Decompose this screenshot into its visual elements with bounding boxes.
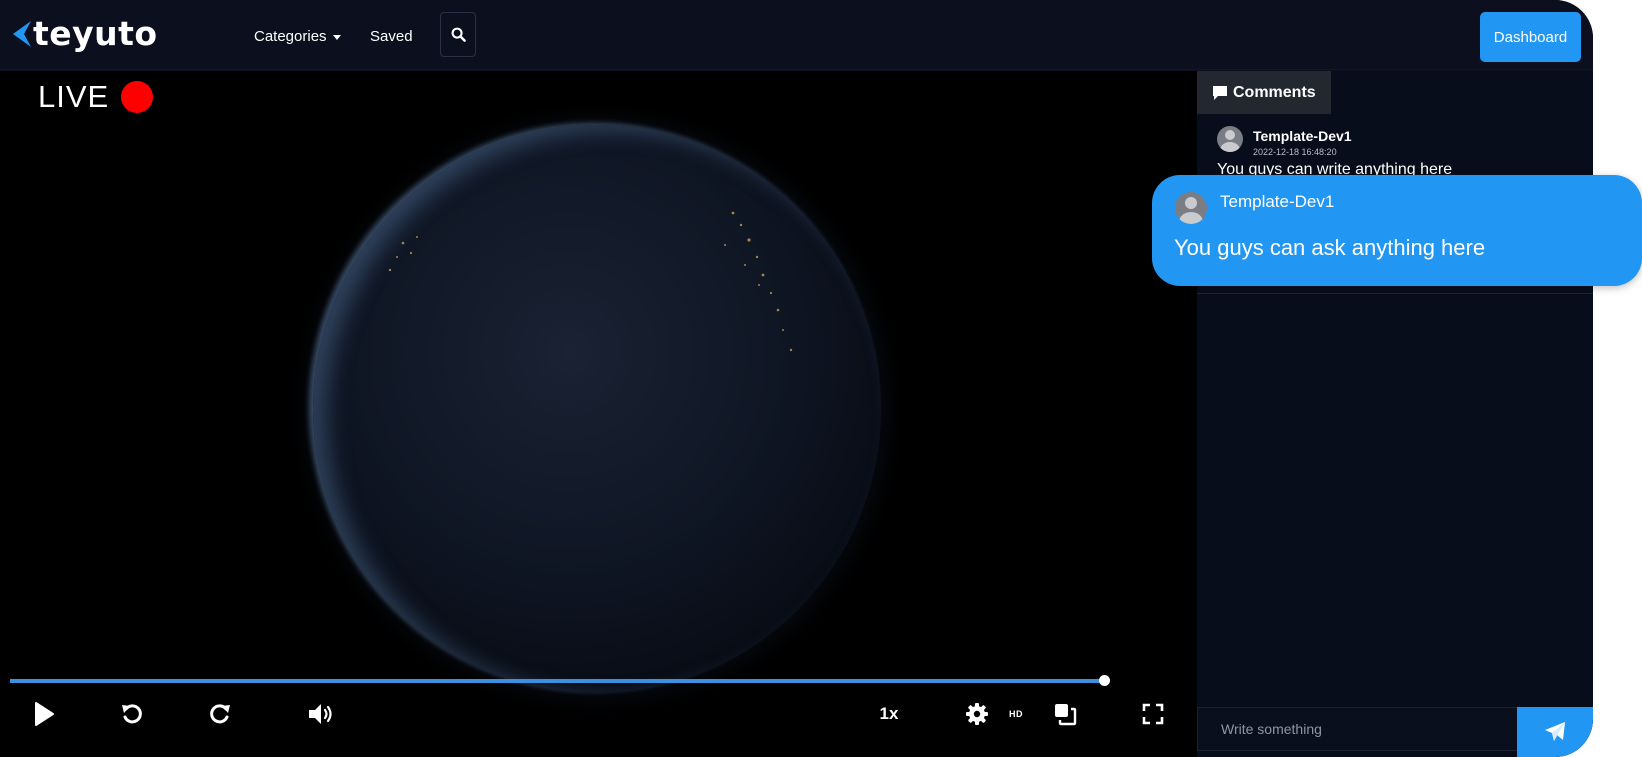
live-dot <box>121 81 154 113</box>
send-button[interactable] <box>1517 707 1593 757</box>
logo-text: teyuto <box>33 14 158 53</box>
progress-fill <box>10 679 1104 683</box>
comment-input-wrap <box>1197 707 1517 751</box>
city-lights <box>388 211 793 352</box>
top-navbar: teyuto Categories Saved Dashboard <box>0 0 1593 70</box>
app-window: teyuto Categories Saved Dashboard LIVE 1… <box>0 0 1593 757</box>
logo-arrow-icon <box>13 21 31 47</box>
live-indicator: LIVE <box>38 79 154 115</box>
forward-icon <box>210 704 230 724</box>
logo[interactable]: teyuto <box>11 14 158 54</box>
highlighted-comment-bubble: Template-Dev1 You guys can ask anything … <box>1152 175 1642 286</box>
progress-handle[interactable] <box>1099 675 1110 686</box>
comment-timestamp: 2022-12-18 16:48:20 <box>1253 147 1337 157</box>
caret-down-icon <box>332 34 341 40</box>
avatar <box>1175 192 1207 224</box>
tab-comments[interactable]: Comments <box>1197 71 1331 114</box>
nav-saved-label: Saved <box>370 28 413 45</box>
bubble-username: Template-Dev1 <box>1220 192 1335 211</box>
nav-categories[interactable]: Categories <box>254 27 341 47</box>
volume-button[interactable] <box>306 698 336 730</box>
search-button[interactable] <box>440 12 476 57</box>
fullscreen-icon <box>1142 703 1164 725</box>
pip-icon <box>1055 704 1077 726</box>
avatar <box>1217 126 1243 152</box>
rewind-button[interactable] <box>118 698 146 730</box>
comment-input[interactable] <box>1198 708 1517 750</box>
comment-item: Template-Dev1 2022-12-18 16:48:20 You gu… <box>1217 126 1577 178</box>
forward-button[interactable] <box>206 698 234 730</box>
progress-bar[interactable] <box>10 675 1110 686</box>
speed-button[interactable]: 1x <box>876 698 902 730</box>
settings-button[interactable] <box>964 698 990 730</box>
video-player[interactable]: LIVE 1x HD <box>0 71 1197 757</box>
comments-panel: Comments Template-Dev1 2022-12-18 16:48:… <box>1197 71 1593 757</box>
earth-video-frame <box>313 125 881 693</box>
play-button[interactable] <box>32 698 56 730</box>
tab-comments-label: Comments <box>1233 83 1316 101</box>
send-icon <box>1545 722 1565 741</box>
settings-icon <box>966 703 988 725</box>
nav-saved[interactable]: Saved <box>370 27 413 47</box>
divider <box>1197 293 1593 294</box>
comment-icon <box>1213 85 1227 100</box>
rewind-icon <box>122 704 142 724</box>
pip-button[interactable] <box>1052 698 1078 730</box>
fullscreen-button[interactable] <box>1140 698 1166 730</box>
search-icon <box>451 27 466 42</box>
comment-username: Template-Dev1 <box>1253 128 1352 144</box>
dashboard-button[interactable]: Dashboard <box>1480 12 1581 62</box>
volume-icon <box>309 704 332 724</box>
play-icon <box>35 702 54 726</box>
hd-button[interactable]: HD <box>1008 698 1024 730</box>
nav-categories-label: Categories <box>254 28 327 45</box>
live-label: LIVE <box>38 79 110 114</box>
bubble-text: You guys can ask anything here <box>1174 235 1486 260</box>
